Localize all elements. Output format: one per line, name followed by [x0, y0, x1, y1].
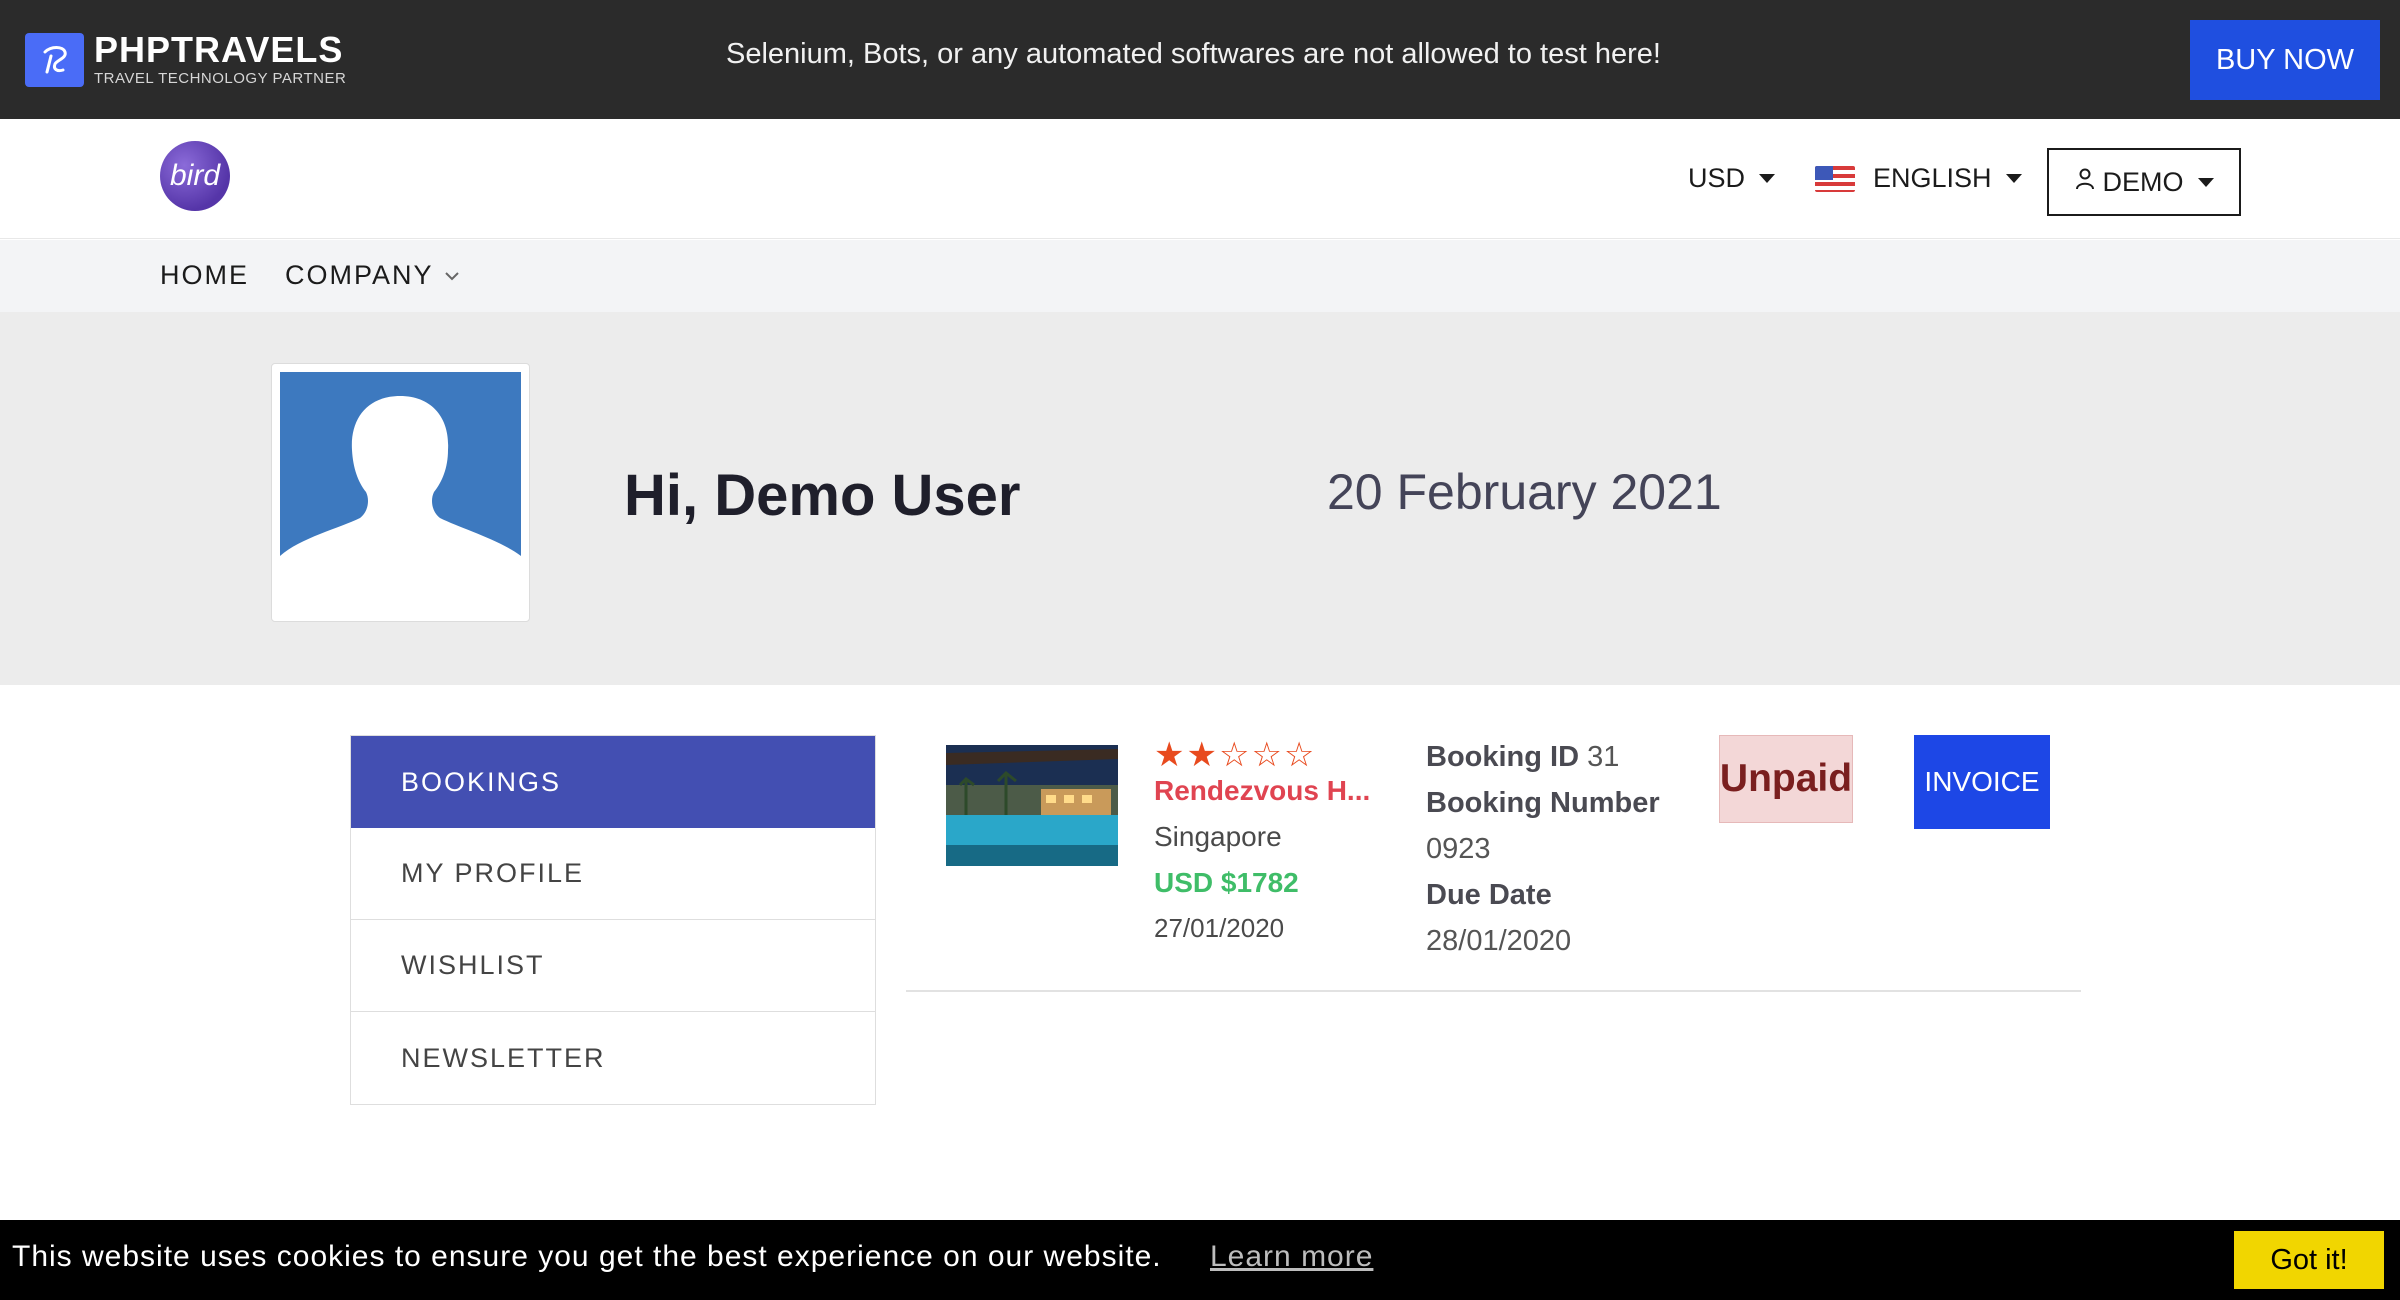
- main-nav: HOME COMPANY: [0, 240, 2400, 312]
- brand-name: PHPTRAVELS: [94, 29, 344, 70]
- caret-down-icon: [2197, 177, 2214, 187]
- nav-item-home[interactable]: HOME: [160, 260, 249, 291]
- top-promo-bar: PHPTRAVELS TRAVEL TECHNOLOGY PARTNER Sel…: [0, 0, 2400, 119]
- booking-number-value: 0923: [1426, 833, 1491, 865]
- phptravels-logo-icon: [25, 32, 84, 87]
- sidebar-item-bookings[interactable]: BOOKINGS: [351, 736, 875, 828]
- site-header: bird USD ENGLISH: [0, 119, 2400, 239]
- due-date-value: 28/01/2020: [1426, 925, 1572, 957]
- booking-card: ★★☆☆☆ Rendezvous H... Singapore USD $178…: [906, 735, 2081, 992]
- caret-down-icon: [2005, 174, 2022, 183]
- avatar-frame: [271, 363, 530, 622]
- buy-now-button[interactable]: BUY NOW: [2190, 20, 2380, 100]
- payment-status-badge: Unpaid: [1719, 735, 1853, 823]
- current-date: 20 February 2021: [1327, 464, 1722, 520]
- profile-banner: Hi, Demo User 20 February 2021: [0, 312, 2400, 685]
- page: PHPTRAVELS TRAVEL TECHNOLOGY PARTNER Sel…: [0, 0, 2400, 1300]
- hotel-thumbnail[interactable]: [946, 745, 1118, 866]
- currency-label: USD: [1688, 163, 1746, 193]
- nav-item-label: COMPANY: [285, 260, 434, 290]
- us-flag-icon: [1815, 165, 1855, 192]
- cookie-accept-button[interactable]: Got it!: [2234, 1231, 2384, 1289]
- booking-id-row: Booking ID 31: [1426, 741, 1619, 774]
- avatar: [280, 372, 521, 569]
- greeting: Hi, Demo User: [624, 463, 1021, 528]
- nav-item-company[interactable]: COMPANY: [285, 260, 460, 291]
- due-date-label: Due Date: [1426, 879, 1552, 911]
- invoice-button[interactable]: INVOICE: [1914, 735, 2050, 829]
- site-logo[interactable]: bird: [160, 141, 230, 211]
- booking-price: USD $1782: [1154, 867, 1299, 898]
- sidebar-item-newsletter[interactable]: NEWSLETTER: [351, 1012, 875, 1104]
- booking-id-value: 31: [1587, 741, 1620, 773]
- cookie-learn-more-link[interactable]: Learn more: [1210, 1240, 1373, 1274]
- sidebar-item-wishlist[interactable]: WISHLIST: [351, 920, 875, 1012]
- hotel-city: Singapore: [1154, 821, 1282, 852]
- automation-warning: Selenium, Bots, or any automated softwar…: [726, 38, 1661, 70]
- booking-id-label: Booking ID: [1426, 741, 1580, 773]
- hotel-name-link[interactable]: Rendezvous H...: [1154, 775, 1384, 807]
- account-dropdown-button[interactable]: DEMO: [2047, 148, 2241, 216]
- account-sidebar: BOOKINGS MY PROFILE WISHLIST NEWSLETTER: [350, 735, 876, 1105]
- cookie-message: This website uses cookies to ensure you …: [12, 1240, 1162, 1273]
- user-icon: [2075, 168, 2095, 196]
- language-dropdown[interactable]: ENGLISH: [1815, 163, 2022, 194]
- brand-tagline: TRAVEL TECHNOLOGY PARTNER: [94, 70, 347, 87]
- account-label: DEMO: [2102, 166, 2184, 197]
- language-label: ENGLISH: [1873, 163, 1992, 193]
- star-rating: ★★☆☆☆: [1154, 736, 1317, 774]
- caret-down-icon: [1759, 174, 1776, 183]
- currency-dropdown[interactable]: USD: [1688, 163, 1776, 194]
- booking-date: 27/01/2020: [1154, 913, 1285, 943]
- chevron-down-icon: [444, 264, 460, 287]
- phptravels-brand[interactable]: PHPTRAVELS TRAVEL TECHNOLOGY PARTNER: [25, 32, 346, 87]
- sidebar-item-my-profile[interactable]: MY PROFILE: [351, 828, 875, 920]
- cookie-consent-bar: This website uses cookies to ensure you …: [0, 1220, 2400, 1300]
- nav-item-label: HOME: [160, 260, 249, 290]
- booking-number-label: Booking Number: [1426, 787, 1660, 819]
